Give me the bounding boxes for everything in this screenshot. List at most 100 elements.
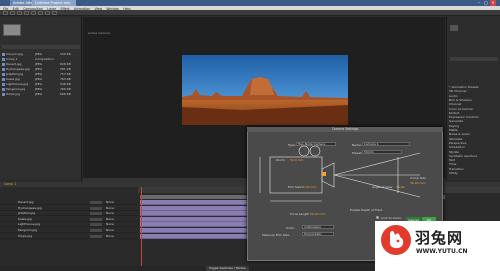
item-type: JPEG [35,67,42,71]
yutu-logo [381,225,411,255]
list-item[interactable]: Penguins.jpg JPEG 760 KB [2,87,80,91]
item-size: 581 KB [60,67,71,71]
item-type: JPEG [35,52,42,56]
effect-category-item[interactable]: Utility [449,171,498,175]
item-name: Koala.jpg [6,77,20,81]
item-name: Tulips.jpg [6,92,21,96]
layer-name: Lighthouse.jpg [18,222,41,227]
file-icon [2,62,5,66]
project-panel [0,17,82,180]
list-item[interactable]: Lighthouse.jpg JPEG 548 KB [2,82,80,86]
layer-row[interactable]: Tulips.jpg None [0,234,138,239]
zoom-label: Zoom [276,158,285,162]
camera-diagram [258,143,430,213]
pan-behind-tool-icon[interactable] [38,11,43,15]
lock-to-zoom-label: Lock to Zoom [381,216,402,220]
file-icon [2,77,5,81]
zoom-tool-icon[interactable] [17,11,22,15]
list-item[interactable]: Comp 1 Composition [2,57,80,61]
layer-parent-label: None [106,228,114,232]
layer-mode-select[interactable] [90,234,102,238]
units-select[interactable]: millimeters [302,225,334,229]
units-label: Units: [286,226,295,230]
item-name: Jellyfish.jpg [6,72,24,76]
layer-duration-bar[interactable] [140,222,250,228]
layer-parent-label: None [106,205,114,210]
toggle-switches-modes-button[interactable]: Toggle Switches / Modes [206,266,249,271]
item-type: JPEG [35,87,42,91]
item-size: 763 KB [60,77,71,81]
item-size: 606 KB [60,92,71,96]
comp-size-label: Comp Size [410,176,426,180]
item-name: Comp 1 [6,57,18,61]
measure-film-size-select[interactable]: Horizontally [302,232,334,236]
layer-row[interactable]: Koala.jpg None [0,217,138,222]
dialog-title: Camera Settings [247,127,443,132]
list-item[interactable]: Canyon.jpg JPEG 150 KB [2,52,80,56]
effects-search-input[interactable] [450,57,498,61]
layer-duration-bar[interactable] [140,216,250,222]
item-name: Desert.jpg [6,62,22,66]
watermark-brand: 羽兔网 [415,229,464,247]
file-icon [2,87,5,91]
angle-of-view-value[interactable]: 39.60 [396,185,405,189]
list-item[interactable]: Jellyfish.jpg JPEG 757 KB [2,72,80,76]
zoom-value[interactable]: 50.0 mm [290,158,303,162]
layer-mode-select[interactable] [90,223,102,227]
angle-of-view-label: Angle of View [372,185,393,189]
layer-mode-select[interactable] [90,212,102,216]
tools-panel [0,10,500,16]
layer-name: Jellyfish.jpg [18,211,36,216]
layer-parent-label: None [106,222,114,227]
layer-mode-select[interactable] [90,217,102,221]
hand-tool-icon[interactable] [10,11,15,15]
watermark-url: WWW.YUTU.CN [416,248,468,255]
focal-length-label: Focal Length [290,212,310,216]
layer-duration-bar[interactable] [140,211,250,217]
list-item[interactable]: Hydrangeas.jpg JPEG 581 KB [2,67,80,71]
measure-film-size-label: Measure Film Size: [262,233,290,237]
item-size: 757 KB [60,72,71,76]
film-size-value[interactable]: 36.00 mm [301,185,316,189]
camera-tool-icon[interactable] [31,11,36,15]
file-icon [2,67,5,71]
layer-parent-label: None [106,211,114,216]
layer-duration-bar[interactable] [140,228,250,233]
item-type: JPEG [35,62,42,66]
list-item[interactable]: Koala.jpg JPEG 763 KB [2,77,80,81]
current-time-indicator[interactable] [141,187,142,271]
project-search-input[interactable] [2,45,80,49]
layer-row[interactable]: Desert.jpg None [0,200,138,205]
timeline-comp-tab[interactable]: Comp 1 [4,182,16,187]
list-item[interactable]: Desert.jpg JPEG 826 KB [2,62,80,66]
layer-row[interactable]: Hydrangeas.jpg None [0,206,138,211]
layer-mode-select[interactable] [90,206,102,210]
layer-mode-select[interactable] [90,201,102,204]
item-type: Composition [35,57,54,61]
list-item[interactable]: Tulips.jpg JPEG 606 KB [2,92,80,96]
layer-duration-bar[interactable] [140,233,250,239]
focal-length-value[interactable]: 50.00 mm [310,212,325,216]
item-name: Hydrangeas.jpg [6,67,30,71]
selection-tool-icon[interactable] [3,11,8,15]
layer-name: Penguins.jpg [18,228,38,232]
comp-size-value[interactable]: 36.00 mm [410,181,425,185]
info-preview-icon [450,25,458,31]
lock-to-zoom-checkbox[interactable] [376,216,379,219]
item-type: JPEG [35,77,42,81]
project-thumbnail [3,24,21,36]
file-icon [2,72,5,76]
layer-mode-select[interactable] [90,229,102,232]
item-type: JPEG [35,72,42,76]
rotate-tool-icon[interactable] [24,11,29,15]
text-tool-icon[interactable] [52,11,57,15]
layer-row[interactable]: Lighthouse.jpg None [0,222,138,228]
layer-row[interactable]: Jellyfish.jpg None [0,211,138,217]
layer-parent-label: None [106,216,114,221]
viewer-camera-label: Active Camera [88,31,111,35]
layer-duration-bar[interactable] [140,200,250,205]
layer-row[interactable]: Penguins.jpg None [0,228,138,233]
layer-duration-bar[interactable] [140,205,250,211]
pen-tool-icon[interactable] [45,11,50,15]
layer-parent-label: None [106,233,114,238]
